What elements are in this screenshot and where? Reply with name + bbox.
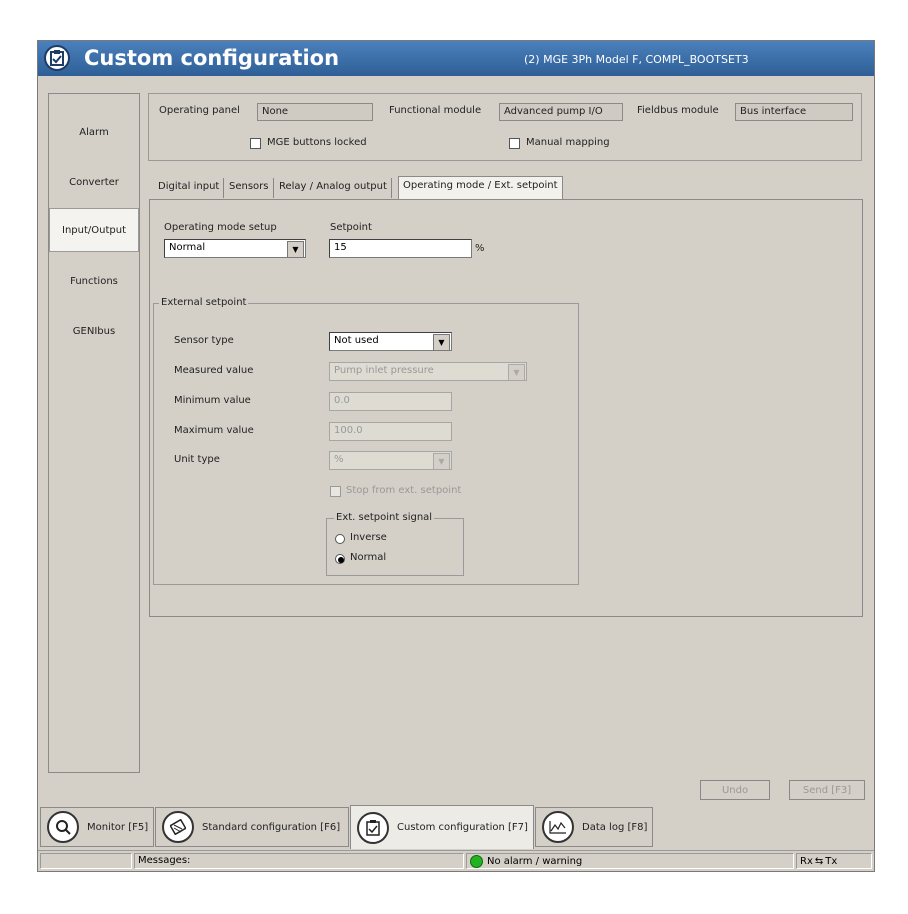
undo-button[interactable]: Undo [700,780,770,800]
bottom-tab-label: Data log [F8] [582,821,648,833]
measured-value-value: Pump inlet pressure [334,365,434,376]
messages-label: Messages: [134,853,464,869]
stop-from-ext-setpoint-checkbox[interactable] [330,486,341,497]
unit-type-dropdown[interactable]: % ▼ [329,451,452,470]
tx-label: Tx [825,855,838,867]
chevron-down-icon[interactable]: ▼ [508,364,525,380]
rx-tx-indicator: Rx ⇆ Tx [796,853,872,869]
tab-sensors[interactable]: Sensors [225,178,274,198]
setpoint-input[interactable]: 15 [329,239,472,258]
mge-buttons-locked-label: MGE buttons locked [267,137,367,148]
bottom-tab-label: Standard configuration [F6] [202,821,341,833]
operating-mode-dropdown[interactable]: Normal ▼ [164,239,306,258]
bottom-tab-label: Custom configuration [F7] [397,822,528,833]
operating-mode-value: Normal [169,242,206,253]
measured-value-dropdown[interactable]: Pump inlet pressure ▼ [329,362,527,381]
device-subtitle: (2) MGE 3Ph Model F, COMPL_BOOTSET3 [524,53,749,66]
tab-digital-input[interactable]: Digital input [154,178,225,198]
sensor-type-value: Not used [334,335,379,346]
maximum-value-label: Maximum value [174,425,254,436]
minimum-value-input[interactable]: 0.0 [329,392,452,411]
functional-module-label: Functional module [389,105,482,116]
tab-panel: Operating mode setup Normal ▼ Setpoint 1… [149,199,863,617]
external-setpoint-legend: External setpoint [159,297,249,308]
alarm-status-text: No alarm / warning [487,855,583,867]
chevron-down-icon[interactable]: ▼ [433,334,450,350]
sidebar-item-genibus[interactable]: GENIbus [49,309,139,353]
operating-panel-field: None [257,103,373,121]
external-setpoint-group: External setpoint Sensor type Not used ▼… [153,297,579,585]
bottom-tab-custom-configuration[interactable]: Custom configuration [F7] [350,805,534,849]
tab-operating-mode-ext-setpoint[interactable]: Operating mode / Ext. setpoint [398,176,563,199]
ext-setpoint-signal-group: Ext. setpoint signal Inverse Normal [326,512,464,576]
chevron-down-icon[interactable]: ▼ [433,453,450,469]
rx-label: Rx [800,855,813,867]
operating-panel-label: Operating panel [159,105,240,116]
status-light-icon [470,854,483,868]
normal-label: Normal [350,552,387,563]
functional-module-field: Advanced pump I/O [499,103,623,121]
unit-type-value: % [334,454,344,465]
sidebar: Alarm Converter Input/Output Functions G… [48,93,140,773]
sidebar-item-label: Alarm [79,126,109,138]
manual-mapping-label: Manual mapping [526,137,610,148]
inverse-label: Inverse [350,532,387,543]
sidebar-item-converter[interactable]: Converter [49,160,139,204]
bottom-tab-standard-configuration[interactable]: Standard configuration [F6] [155,807,349,847]
stop-from-ext-setpoint-label: Stop from ext. setpoint [346,485,462,496]
fieldbus-module-label: Fieldbus module [637,105,719,116]
setpoint-label: Setpoint [330,222,372,233]
custom-configuration-window: Custom configuration (2) MGE 3Ph Model F… [37,40,875,872]
maximum-value-input[interactable]: 100.0 [329,422,452,441]
setpoint-unit: % [475,243,485,254]
normal-radio[interactable] [335,554,345,564]
chevron-down-icon[interactable]: ▼ [287,241,304,257]
manual-mapping-checkbox[interactable] [509,138,520,149]
window-title: Custom configuration [84,46,340,70]
magnifier-icon [47,811,79,843]
ext-setpoint-signal-legend: Ext. setpoint signal [334,512,435,523]
clipboard-check-icon [44,45,70,71]
sidebar-item-input-output[interactable]: Input/Output [49,208,139,252]
send-button[interactable]: Send [F3] [789,780,865,800]
sidebar-item-alarm[interactable]: Alarm [49,110,139,154]
unit-type-label: Unit type [174,454,220,465]
sidebar-item-label: GENIbus [72,325,116,337]
settings-disk-icon [162,811,194,843]
alarm-status-cell: No alarm / warning [466,853,794,869]
sensor-type-dropdown[interactable]: Not used ▼ [329,332,452,351]
clipboard-check-icon [357,811,389,844]
operating-mode-label: Operating mode setup [164,222,277,233]
bottom-tab-data-log[interactable]: Data log [F8] [535,807,653,847]
tab-relay-analog-output[interactable]: Relay / Analog output [275,178,392,198]
sidebar-item-label: Converter [69,176,119,188]
fieldbus-module-field: Bus interface [735,103,853,121]
mge-buttons-locked-checkbox[interactable] [250,138,261,149]
bottom-tab-label: Monitor [F5] [87,821,149,833]
measured-value-label: Measured value [174,365,254,376]
module-info-group: Operating panel None Functional module A… [148,93,862,161]
sidebar-item-label: Functions [70,275,118,287]
status-cell-empty [40,853,132,869]
minimum-value-label: Minimum value [174,395,251,406]
inverse-radio[interactable] [335,534,345,544]
sidebar-item-label: Input/Output [62,224,126,236]
bottom-tab-monitor[interactable]: Monitor [F5] [40,807,154,847]
chart-icon [542,811,574,843]
sensor-type-label: Sensor type [174,335,234,346]
transfer-arrows-icon: ⇆ [814,855,824,867]
sidebar-item-functions[interactable]: Functions [49,259,139,303]
title-bar: Custom configuration (2) MGE 3Ph Model F… [38,41,874,76]
status-bar: Messages: No alarm / warning Rx ⇆ Tx [38,850,874,871]
